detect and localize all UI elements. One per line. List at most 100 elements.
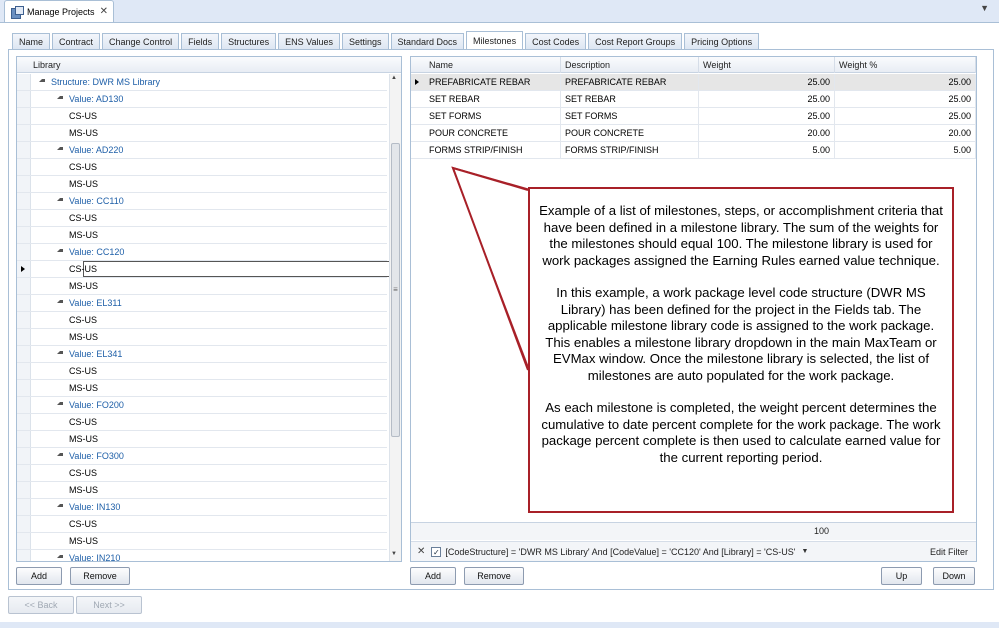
chevron-down-icon[interactable]: ▼ [980, 3, 989, 13]
tab-name[interactable]: Name [12, 33, 51, 49]
tree-item[interactable]: CS-US [17, 159, 387, 176]
tree-item[interactable]: CS-US [17, 108, 387, 125]
expand-icon[interactable] [57, 96, 63, 99]
tree-group[interactable]: Value: IN130 [17, 499, 387, 516]
table-cell: SET FORMS [425, 108, 561, 124]
document-tab[interactable]: Manage Projects ✕ [4, 0, 114, 22]
tree-item[interactable]: CS-US [17, 516, 387, 533]
edit-filter-link[interactable]: Edit Filter [930, 547, 968, 557]
tab-change-control[interactable]: Change Control [102, 33, 180, 49]
tab-pricing-options[interactable]: Pricing Options [684, 33, 760, 49]
tree-item[interactable]: CS-US [17, 465, 387, 482]
callout-paragraph-1: Example of a list of milestones, steps, … [539, 203, 943, 268]
table-cell: 25.00 [699, 74, 835, 90]
tab-standard-docs[interactable]: Standard Docs [390, 33, 465, 49]
tree-item[interactable]: MS-US [17, 431, 387, 448]
next-button[interactable]: Next >> [76, 596, 142, 614]
tab-cost-codes[interactable]: Cost Codes [525, 33, 587, 49]
column-header[interactable]: Weight % [835, 57, 976, 73]
row-indicator [17, 159, 31, 175]
tree-item[interactable]: MS-US [17, 533, 387, 550]
table-cell: SET FORMS [561, 108, 699, 124]
table-row[interactable]: SET FORMS SET FORMS 25.00 25.00 [411, 108, 976, 125]
clear-filter-icon[interactable]: ✕ [417, 546, 425, 557]
row-indicator [17, 516, 31, 532]
scroll-up-icon[interactable]: ▲ [391, 75, 397, 81]
tree-group[interactable]: Value: EL341 [17, 346, 387, 363]
tree-item-label: MS-US [69, 128, 98, 138]
tab-cost-report-groups[interactable]: Cost Report Groups [588, 33, 683, 49]
tab-ens-values[interactable]: ENS Values [278, 33, 340, 49]
tree-group[interactable]: Value: EL311 [17, 295, 387, 312]
expand-icon[interactable] [57, 147, 63, 150]
expand-icon[interactable] [57, 198, 63, 201]
tree-item[interactable]: MS-US [17, 125, 387, 142]
tree-group[interactable]: Value: IN210 [17, 550, 387, 561]
tree-item[interactable]: MS-US [17, 482, 387, 499]
close-icon[interactable]: ✕ [100, 6, 108, 17]
chevron-down-icon[interactable]: ▼ [801, 548, 808, 555]
tab-contract[interactable]: Contract [52, 33, 101, 49]
table-row[interactable]: PREFABRICATE REBAR PREFABRICATE REBAR 25.0… [411, 74, 976, 91]
milestone-remove-button[interactable]: Remove [464, 567, 524, 585]
tree-group-label: Value: CC110 [69, 196, 124, 206]
tree-root[interactable]: Structure: DWR MS Library [17, 74, 387, 91]
tree-item[interactable]: MS-US [17, 329, 387, 346]
move-up-button[interactable]: Up [881, 567, 922, 585]
table-cell: 5.00 [699, 142, 835, 158]
tree-item[interactable]: MS-US [17, 227, 387, 244]
tree-item[interactable]: CS-US [17, 312, 387, 329]
tree-item[interactable]: CS-US [17, 210, 387, 227]
tree-item[interactable]: MS-US [17, 176, 387, 193]
milestone-add-button[interactable]: Add [410, 567, 456, 585]
table-row[interactable]: FORMS STRIP/FINISH FORMS STRIP/FINISH 5.00… [411, 142, 976, 159]
tree-item[interactable]: MS-US [17, 278, 387, 295]
expand-icon[interactable] [39, 79, 45, 82]
tab-milestones[interactable]: Milestones [466, 31, 524, 49]
expand-icon[interactable] [57, 300, 63, 303]
tree-item-label: CS-US [69, 264, 98, 274]
tree-item[interactable]: CS-US [17, 261, 401, 278]
expand-icon[interactable] [57, 351, 63, 354]
tree-group[interactable]: Value: FO300 [17, 448, 387, 465]
tab-settings[interactable]: Settings [341, 33, 389, 49]
table-cell: PREFABRICATE REBAR [561, 74, 699, 90]
expand-icon[interactable] [57, 453, 63, 456]
column-header[interactable]: Weight [699, 57, 835, 73]
row-indicator [17, 278, 31, 294]
row-indicator [17, 193, 31, 209]
library-remove-button[interactable]: Remove [70, 567, 130, 585]
row-indicator [17, 295, 31, 311]
expand-icon[interactable] [57, 555, 63, 558]
tab-structures[interactable]: Structures [221, 33, 277, 49]
table-row[interactable]: SET REBAR SET REBAR 25.00 25.00 [411, 91, 976, 108]
tree-group-label: Value: FO300 [69, 451, 124, 461]
table-row[interactable]: POUR CONCRETE POUR CONCRETE 20.00 20.00 [411, 125, 976, 142]
filter-checkbox[interactable]: ✓ [431, 546, 442, 557]
tree-group[interactable]: Value: AD220 [17, 142, 387, 159]
table-cell: POUR CONCRETE [561, 125, 699, 141]
library-add-button[interactable]: Add [16, 567, 62, 585]
tree-item[interactable]: MS-US [17, 380, 387, 397]
column-header[interactable]: Name [425, 57, 561, 73]
tree-item-label: MS-US [69, 383, 98, 393]
expand-icon[interactable] [57, 249, 63, 252]
tree-group-label: Value: EL311 [69, 298, 122, 308]
row-indicator [17, 550, 31, 561]
tree-group[interactable]: Value: FO200 [17, 397, 387, 414]
tab-strip: Name Contract Change Control Fields Structur… [12, 31, 761, 50]
expand-icon[interactable] [57, 504, 63, 507]
weight-total: 100 [813, 526, 829, 536]
library-header: Library [17, 57, 401, 73]
tree-item[interactable]: CS-US [17, 414, 387, 431]
column-header[interactable]: Description [561, 57, 699, 73]
move-down-button[interactable]: Down [933, 567, 975, 585]
scroll-down-icon[interactable]: ▼ [391, 551, 397, 557]
tree-group[interactable]: Value: CC110 [17, 193, 387, 210]
tree-item[interactable]: CS-US [17, 363, 387, 380]
tree-group[interactable]: Value: CC120 [17, 244, 387, 261]
back-button[interactable]: << Back [8, 596, 74, 614]
tree-group[interactable]: Value: AD130 [17, 91, 387, 108]
expand-icon[interactable] [57, 402, 63, 405]
tab-fields[interactable]: Fields [181, 33, 220, 49]
